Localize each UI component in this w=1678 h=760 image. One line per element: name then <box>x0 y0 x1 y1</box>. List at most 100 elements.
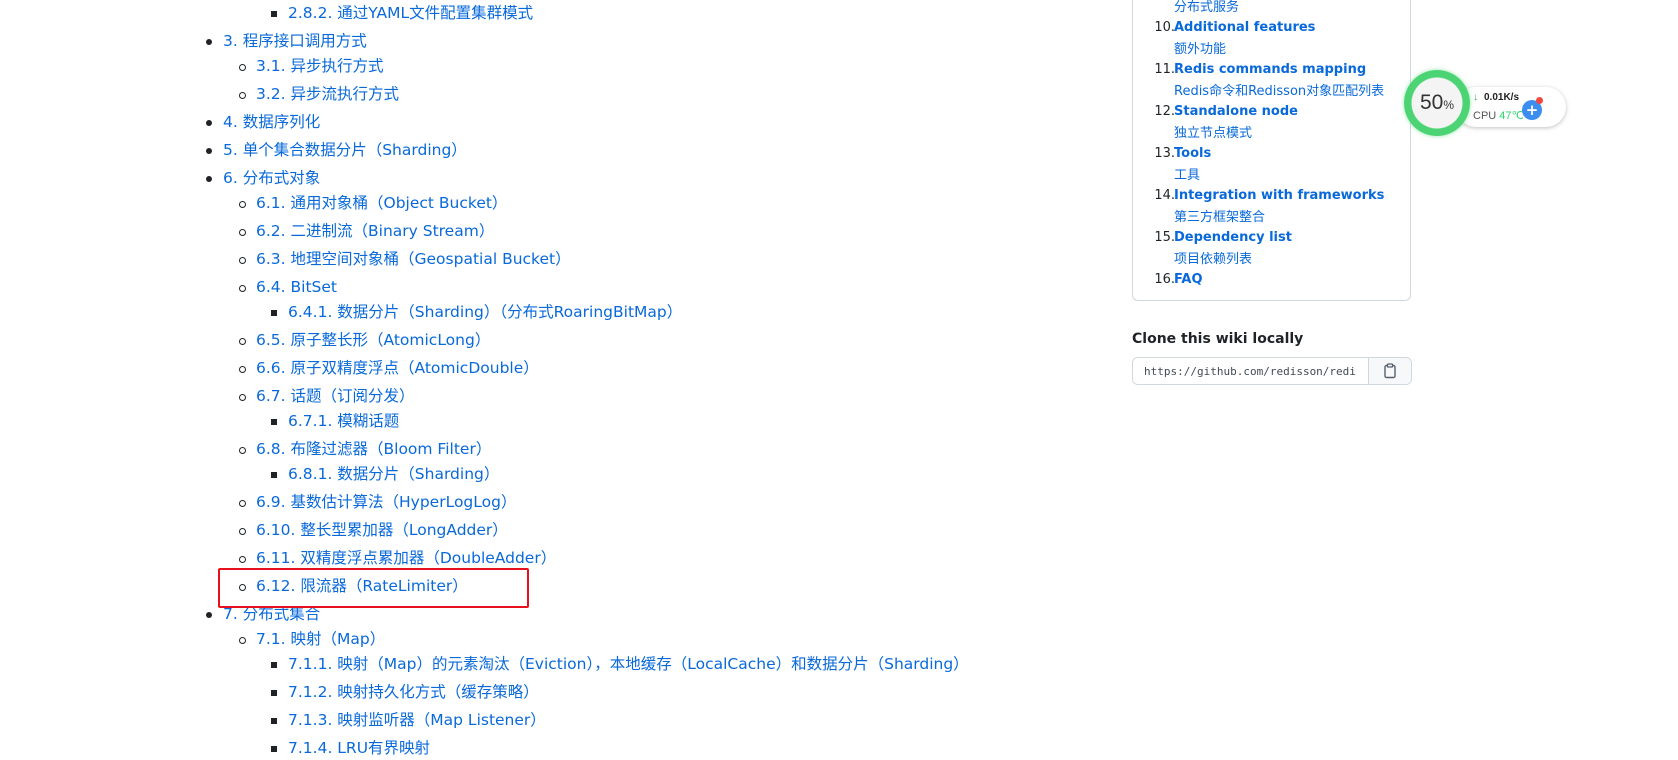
toc-link[interactable]: 5. 单个集合数据分片（Sharding） <box>223 141 467 159</box>
page-subtitle-link[interactable]: 额外功能 <box>1174 38 1226 57</box>
disc-bullet-icon <box>206 176 212 182</box>
toc-item: 3. 程序接口调用方式 <box>0 29 969 53</box>
toc-item: 3.1. 异步执行方式 <box>0 54 969 78</box>
page-title-link[interactable]: Tools <box>1174 146 1211 161</box>
network-speed: ↓ 0.01K/s <box>1473 92 1519 103</box>
highlight-box <box>218 568 529 608</box>
toc-item: 6.5. 原子整长形（AtomicLong） <box>0 328 969 352</box>
page-title-link[interactable]: FAQ <box>1174 272 1203 287</box>
toc-link[interactable]: 7.1. 映射（Map） <box>256 630 385 648</box>
memory-usage-ring: 50% <box>1404 70 1470 136</box>
toc-link[interactable]: 6.2. 二进制流（Binary Stream） <box>256 222 494 240</box>
toc-item: 7.1.2. 映射持久化方式（缓存策略） <box>0 680 969 704</box>
square-bullet-icon <box>271 11 277 17</box>
toc-item: 6.11. 双精度浮点累加器（DoubleAdder） <box>0 546 969 570</box>
toc-link[interactable]: 7.1.1. 映射（Map）的元素淘汰（Eviction），本地缓存（Local… <box>288 655 969 673</box>
page-subtitle-link[interactable]: 分布式服务 <box>1174 0 1239 15</box>
toc-link[interactable]: 7.1.3. 映射监听器（Map Listener） <box>288 711 546 729</box>
download-arrow-icon: ↓ <box>1473 92 1478 103</box>
page-number: 11. <box>1154 62 1175 77</box>
page-subtitle-link[interactable]: 工具 <box>1174 164 1200 183</box>
disc-bullet-icon <box>206 39 212 45</box>
toc-link[interactable]: 6.10. 整长型累加器（LongAdder） <box>256 521 508 539</box>
disc-bullet-icon <box>206 612 212 618</box>
toc-link[interactable]: 3. 程序接口调用方式 <box>223 32 367 50</box>
toc-link[interactable]: 7.1.2. 映射持久化方式（缓存策略） <box>288 683 539 701</box>
clone-wiki-label: Clone this wiki locally <box>1132 331 1304 347</box>
toc-link[interactable]: 6.7.1. 模糊话题 <box>288 412 399 430</box>
toc-link[interactable]: 4. 数据序列化 <box>223 113 320 131</box>
toc-link[interactable]: 3.2. 异步流执行方式 <box>256 85 399 103</box>
toc-item: 6.6. 原子双精度浮点（AtomicDouble） <box>0 356 969 380</box>
cpu-label: CPU <box>1473 110 1497 122</box>
toc-link[interactable]: 6.4. BitSet <box>256 278 337 296</box>
circle-bullet-icon <box>239 201 246 208</box>
page-subtitle-link[interactable]: Redis命令和Redisson对象匹配列表 <box>1174 80 1384 99</box>
toc-item: 7.1.3. 映射监听器（Map Listener） <box>0 708 969 732</box>
clone-url-group <box>1132 357 1412 385</box>
copy-url-button[interactable] <box>1368 358 1411 384</box>
circle-bullet-icon <box>239 637 246 644</box>
circle-bullet-icon <box>239 64 246 71</box>
toc-item: 6.3. 地理空间对象桶（Geospatial Bucket） <box>0 247 969 271</box>
toc-item: 6.8.1. 数据分片（Sharding） <box>0 462 969 486</box>
toc-link[interactable]: 6.3. 地理空间对象桶（Geospatial Bucket） <box>256 250 571 268</box>
toc-link[interactable]: 6.9. 基数估计算法（HyperLogLog） <box>256 493 516 511</box>
page-subtitle-link[interactable]: 项目依赖列表 <box>1174 248 1252 267</box>
toc-link[interactable]: 6.1. 通用对象桶（Object Bucket） <box>256 194 507 212</box>
toc-item: 4. 数据序列化 <box>0 110 969 134</box>
square-bullet-icon <box>271 746 277 752</box>
circle-bullet-icon <box>239 366 246 373</box>
cpu-temp-value: 47℃ <box>1499 110 1524 122</box>
toc-link[interactable]: 6.4.1. 数据分片（Sharding）（分布式RoaringBitMap） <box>288 303 682 321</box>
circle-bullet-icon <box>239 447 246 454</box>
square-bullet-icon <box>271 310 277 316</box>
toc-link[interactable]: 6.8. 布隆过滤器（Bloom Filter） <box>256 440 491 458</box>
toc-link[interactable]: 3.1. 异步执行方式 <box>256 57 384 75</box>
page-number: 12. <box>1154 104 1175 119</box>
toc-item: 2.8.2. 通过YAML文件配置集群模式 <box>0 1 969 25</box>
page-title-link[interactable]: Integration with frameworks <box>1174 188 1384 203</box>
toc-item: 6.4. BitSet <box>0 275 969 299</box>
circle-bullet-icon <box>239 92 246 99</box>
page-subtitle-link[interactable]: 第三方框架整合 <box>1174 206 1265 225</box>
toc-item: 7.1.4. LRU有界映射 <box>0 736 969 760</box>
notification-dot <box>1536 97 1543 104</box>
toc-link[interactable]: 6.8.1. 数据分片（Sharding） <box>288 465 499 483</box>
square-bullet-icon <box>271 472 277 478</box>
toc-item: 6.9. 基数估计算法（HyperLogLog） <box>0 490 969 514</box>
cpu-temperature: CPU 47℃ <box>1473 109 1524 122</box>
page-title-link[interactable]: Dependency list <box>1174 230 1292 245</box>
toc-link[interactable]: 6.6. 原子双精度浮点（AtomicDouble） <box>256 359 539 377</box>
page-number: 10. <box>1154 20 1175 35</box>
toc-item: 6.7. 话题（订阅分发） <box>0 384 969 408</box>
usage-percent: 50 <box>1419 91 1444 114</box>
circle-bullet-icon <box>239 394 246 401</box>
toc-link[interactable]: 7.1.4. LRU有界映射 <box>288 739 430 757</box>
monitor-pill: ↓ 0.01K/s CPU 47℃ <box>1456 87 1566 127</box>
square-bullet-icon <box>271 718 277 724</box>
toc-link[interactable]: 6.7. 话题（订阅分发） <box>256 387 415 405</box>
toc-link[interactable]: 6.11. 双精度浮点累加器（DoubleAdder） <box>256 549 556 567</box>
toc-item: 6.1. 通用对象桶（Object Bucket） <box>0 191 969 215</box>
square-bullet-icon <box>271 690 277 696</box>
page-subtitle-link[interactable]: 独立节点模式 <box>1174 122 1252 141</box>
page-number: 15. <box>1154 230 1175 245</box>
square-bullet-icon <box>271 419 277 425</box>
toc-link[interactable]: 6.5. 原子整长形（AtomicLong） <box>256 331 490 349</box>
page-title-link[interactable]: Additional features <box>1174 20 1315 35</box>
toc-item: 7.1. 映射（Map） <box>0 627 969 651</box>
page-title-link[interactable]: Redis commands mapping <box>1174 62 1366 77</box>
page-title-link[interactable]: Standalone node <box>1174 104 1298 119</box>
clone-url-input[interactable] <box>1133 358 1368 384</box>
toc-link[interactable]: 6. 分布式对象 <box>223 169 320 187</box>
toc-link[interactable]: 2.8.2. 通过YAML文件配置集群模式 <box>288 4 533 22</box>
disc-bullet-icon <box>206 120 212 126</box>
toc-item: 6.10. 整长型累加器（LongAdder） <box>0 518 969 542</box>
circle-bullet-icon <box>239 338 246 345</box>
circle-bullet-icon <box>239 285 246 292</box>
toc-item: 7.1.1. 映射（Map）的元素淘汰（Eviction），本地缓存（Local… <box>0 652 969 676</box>
toc-item: 5. 单个集合数据分片（Sharding） <box>0 138 969 162</box>
circle-bullet-icon <box>239 257 246 264</box>
circle-bullet-icon <box>239 500 246 507</box>
